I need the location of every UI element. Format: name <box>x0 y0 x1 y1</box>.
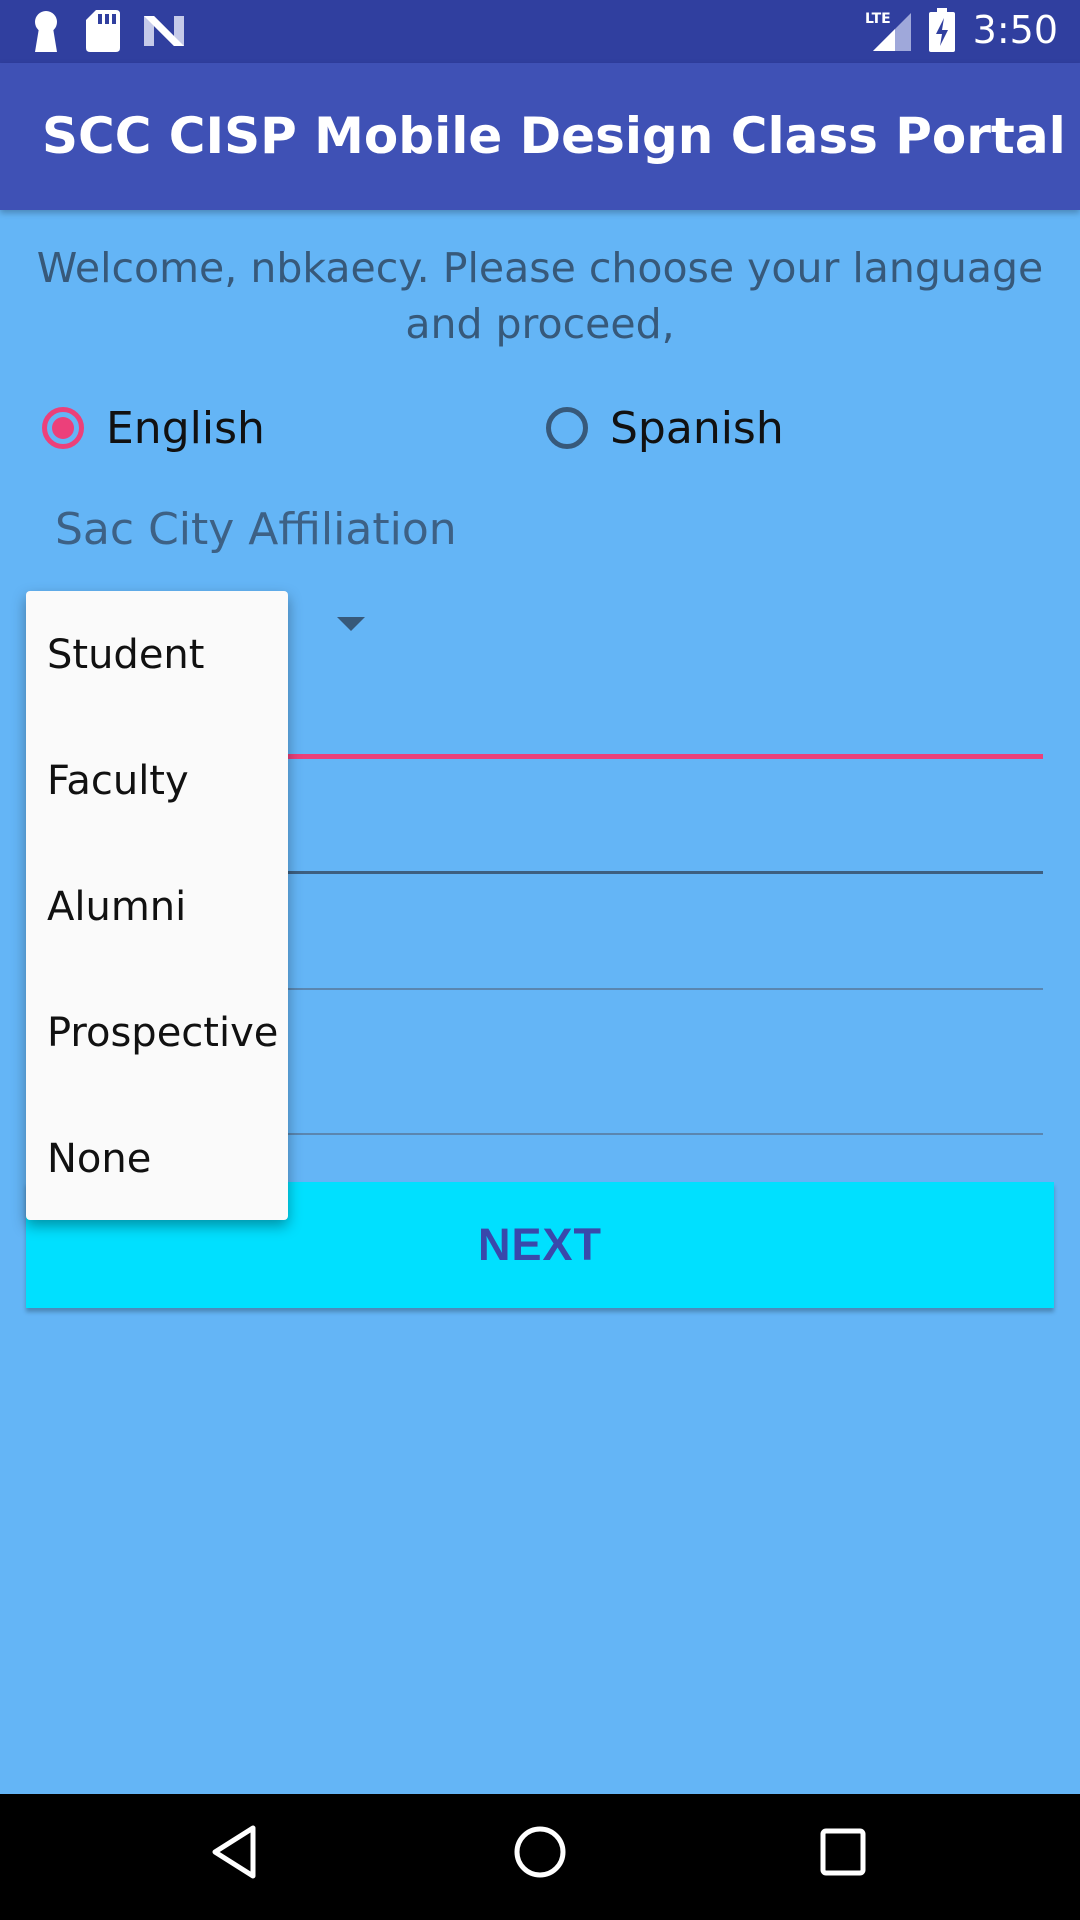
status-bar: LTE 3:50 <box>0 0 1080 63</box>
home-icon[interactable] <box>512 1824 568 1880</box>
app-title: SCC CISP Mobile Design Class Portal <box>42 107 1066 165</box>
welcome-message: Welcome, nbkaecy. Please choose your lan… <box>36 244 1044 348</box>
dropdown-item-alumni[interactable]: Alumni <box>26 844 288 970</box>
dropdown-arrow-icon[interactable] <box>337 617 365 631</box>
recents-icon[interactable] <box>820 1824 866 1880</box>
n-logo-icon <box>144 16 184 46</box>
back-icon[interactable] <box>211 1824 257 1880</box>
radio-spanish-label: Spanish <box>610 402 784 454</box>
sd-card-icon <box>86 10 120 52</box>
radio-english[interactable]: English <box>42 398 265 458</box>
affiliation-dropdown-menu: Student Faculty Alumni Prospective None <box>26 591 288 1220</box>
dropdown-item-faculty[interactable]: Faculty <box>26 718 288 844</box>
svg-text:LTE: LTE <box>865 11 891 27</box>
affiliation-label: Sac City Affiliation <box>55 504 457 555</box>
navigation-bar <box>0 1794 1080 1920</box>
dropdown-item-student[interactable]: Student <box>26 592 288 718</box>
keyhole-icon <box>35 11 57 52</box>
dropdown-item-none[interactable]: None <box>26 1096 288 1222</box>
lte-signal-icon: LTE <box>865 11 911 51</box>
app-bar: SCC CISP Mobile Design Class Portal <box>0 63 1080 210</box>
dropdown-item-prospective[interactable]: Prospective <box>26 970 288 1096</box>
radio-unselected-icon <box>546 407 588 449</box>
radio-spanish[interactable]: Spanish <box>546 398 784 458</box>
radio-selected-icon <box>42 407 84 449</box>
radio-english-label: English <box>106 402 265 454</box>
battery-charging-icon <box>928 8 955 52</box>
clock: 3:50 <box>972 8 1058 52</box>
